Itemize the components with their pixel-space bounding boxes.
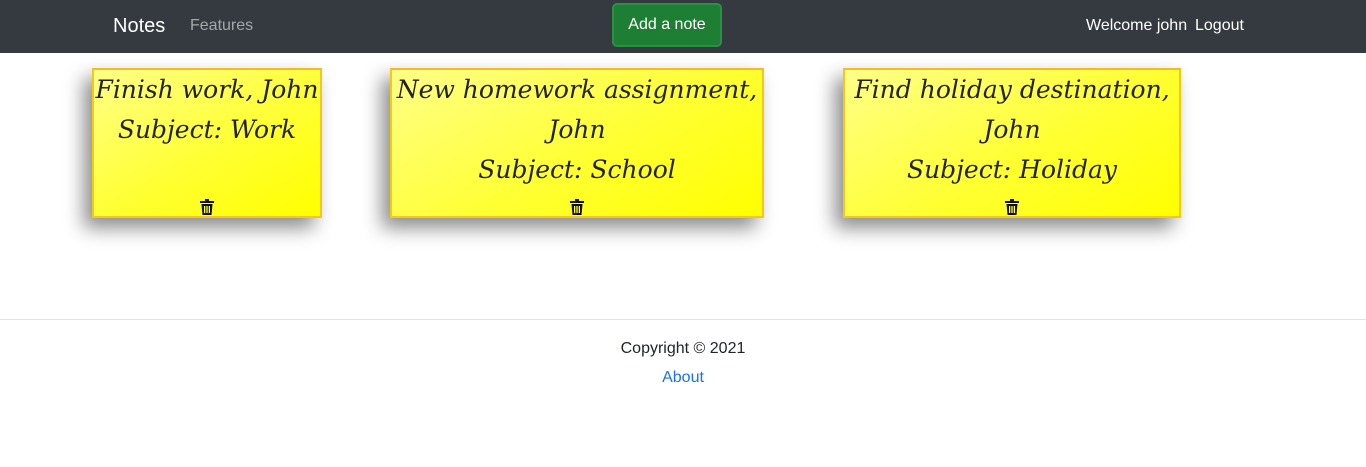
copyright-text: Copyright © 2021 (620, 340, 746, 357)
logout-link[interactable]: Logout (1195, 16, 1244, 36)
about-row: About (0, 368, 1366, 388)
navbar: Notes Features Add a note Welcome john L… (0, 0, 1366, 53)
note-subject: Subject: School (478, 155, 676, 184)
note-card: Finish work, John Subject: Work (92, 68, 322, 218)
features-link[interactable]: Features (190, 16, 253, 36)
trash-icon[interactable] (570, 199, 584, 215)
footer-divider (0, 319, 1366, 320)
note-subject: Subject: Holiday (906, 155, 1118, 184)
note-subject: Subject: Work (117, 115, 297, 144)
note-title: Finish work, John (95, 75, 319, 104)
trash-icon[interactable] (1005, 199, 1019, 215)
note-card: Find holiday destination, John Subject: … (843, 68, 1181, 218)
add-note-button[interactable]: Add a note (612, 3, 722, 47)
brand-link[interactable]: Notes (113, 13, 165, 39)
about-link[interactable]: About (662, 369, 704, 386)
note-title: Find holiday destination, John (854, 75, 1170, 144)
note-title: New homework assignment, John (396, 75, 758, 144)
welcome-text: Welcome john (1086, 17, 1188, 34)
note-card: New homework assignment, John Subject: S… (390, 68, 764, 218)
trash-icon[interactable] (200, 199, 214, 215)
